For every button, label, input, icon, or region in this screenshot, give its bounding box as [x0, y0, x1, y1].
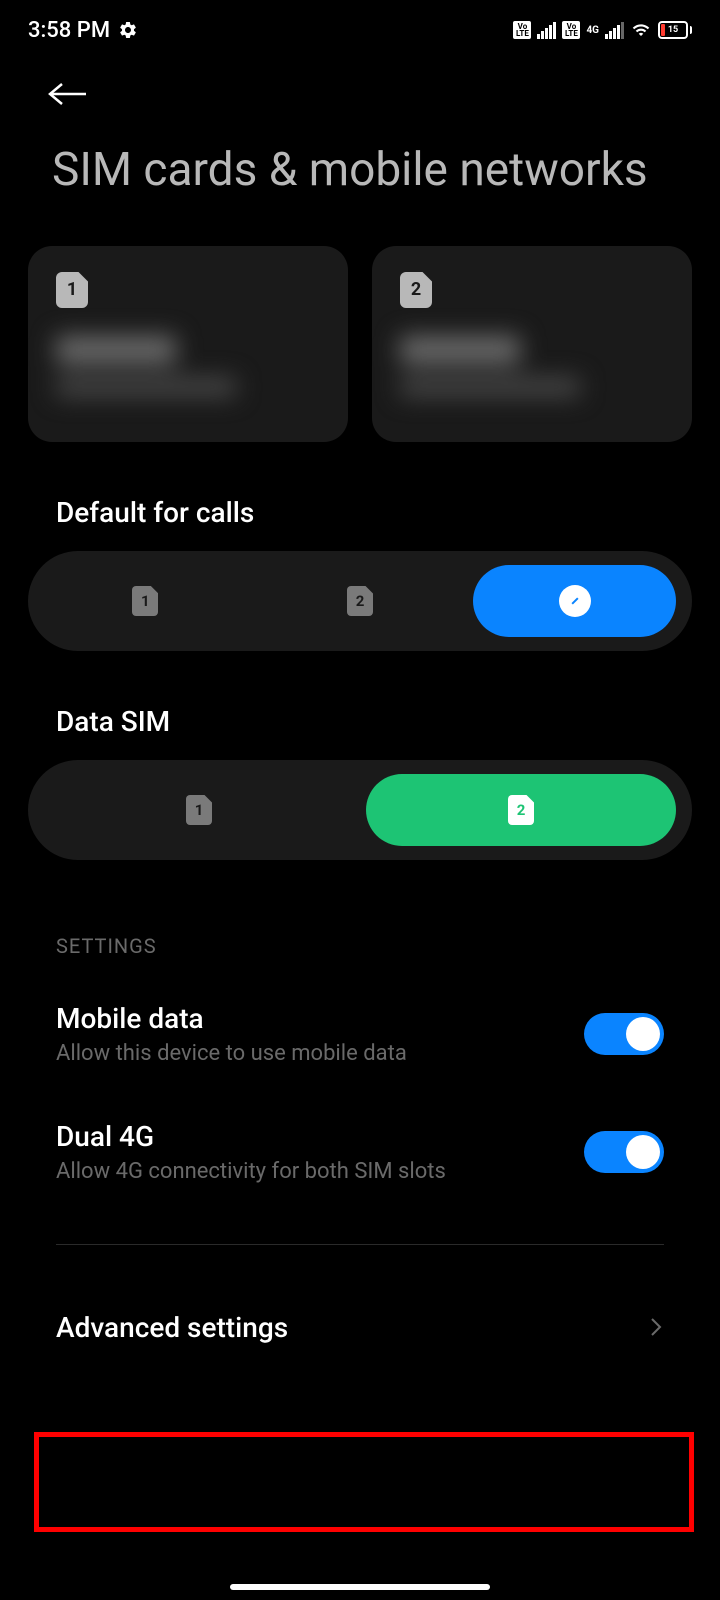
default-calls-ask[interactable] — [473, 565, 676, 637]
chevron-right-icon — [650, 1315, 664, 1339]
no-preference-icon — [559, 585, 591, 617]
mobile-data-toggle[interactable] — [584, 1013, 664, 1055]
data-sim-2[interactable]: 2 — [366, 774, 676, 846]
signal-sim1-icon — [537, 21, 556, 39]
battery-level: 15 — [668, 25, 678, 35]
advanced-settings-row[interactable]: Advanced settings — [0, 1277, 720, 1378]
tutorial-highlight — [34, 1432, 694, 1532]
status-left: 3:58 PM — [28, 18, 138, 43]
wifi-icon — [630, 21, 652, 39]
toggle-knob — [626, 1017, 660, 1051]
data-sim-1[interactable]: 1 — [44, 774, 354, 846]
sim-chip-icon: 1 — [56, 272, 88, 308]
back-arrow-icon — [48, 80, 88, 108]
data-sim-selector: 1 2 — [28, 760, 692, 860]
sim-chip-icon: 2 — [400, 272, 432, 308]
default-calls-sim1[interactable]: 1 — [44, 565, 247, 637]
data-sim-label: Data SIM — [0, 651, 720, 760]
sim-2-redacted — [400, 336, 664, 396]
dual-4g-row[interactable]: Dual 4G Allow 4G connectivity for both S… — [0, 1086, 720, 1204]
sim-chip-icon: 2 — [347, 586, 373, 616]
mobile-data-text: Mobile data Allow this device to use mob… — [56, 1002, 584, 1066]
status-right: VoLTE VoLTE 4G 15 — [513, 21, 692, 39]
sim-chip-icon: 1 — [186, 795, 212, 825]
page-title: SIM cards & mobile networks — [0, 142, 720, 246]
sim-1-redacted — [56, 336, 320, 396]
signal-sim2-icon — [605, 21, 624, 39]
divider — [56, 1244, 664, 1245]
default-calls-sim2[interactable]: 2 — [259, 565, 462, 637]
battery-icon: 15 — [658, 21, 692, 39]
settings-header: SETTINGS — [0, 860, 720, 982]
sim-card-1[interactable]: 1 — [28, 246, 348, 442]
dual-4g-toggle[interactable] — [584, 1131, 664, 1173]
mobile-data-row[interactable]: Mobile data Allow this device to use mob… — [0, 982, 720, 1086]
sim-chip-icon: 2 — [508, 795, 534, 825]
dual-4g-desc: Allow 4G connectivity for both SIM slots — [56, 1159, 584, 1184]
mobile-data-desc: Allow this device to use mobile data — [56, 1041, 584, 1066]
sim-card-2[interactable]: 2 — [372, 246, 692, 442]
status-bar: 3:58 PM VoLTE VoLTE 4G 15 — [0, 0, 720, 60]
dual-4g-text: Dual 4G Allow 4G connectivity for both S… — [56, 1120, 584, 1184]
sim-cards-container: 1 2 — [0, 246, 720, 442]
back-button[interactable] — [0, 60, 720, 142]
dual-4g-title: Dual 4G — [56, 1120, 584, 1153]
toggle-knob — [626, 1135, 660, 1169]
mobile-data-title: Mobile data — [56, 1002, 584, 1035]
default-calls-selector: 1 2 — [28, 551, 692, 651]
volte-badge-2: VoLTE — [562, 21, 580, 39]
default-calls-label: Default for calls — [0, 442, 720, 551]
status-time: 3:58 PM — [28, 18, 110, 43]
advanced-settings-title: Advanced settings — [56, 1311, 288, 1344]
home-indicator[interactable] — [230, 1584, 490, 1590]
sim-chip-icon: 1 — [132, 586, 158, 616]
volte-badge-1: VoLTE — [513, 21, 531, 39]
gear-icon — [118, 20, 138, 40]
network-type: 4G — [586, 26, 599, 35]
